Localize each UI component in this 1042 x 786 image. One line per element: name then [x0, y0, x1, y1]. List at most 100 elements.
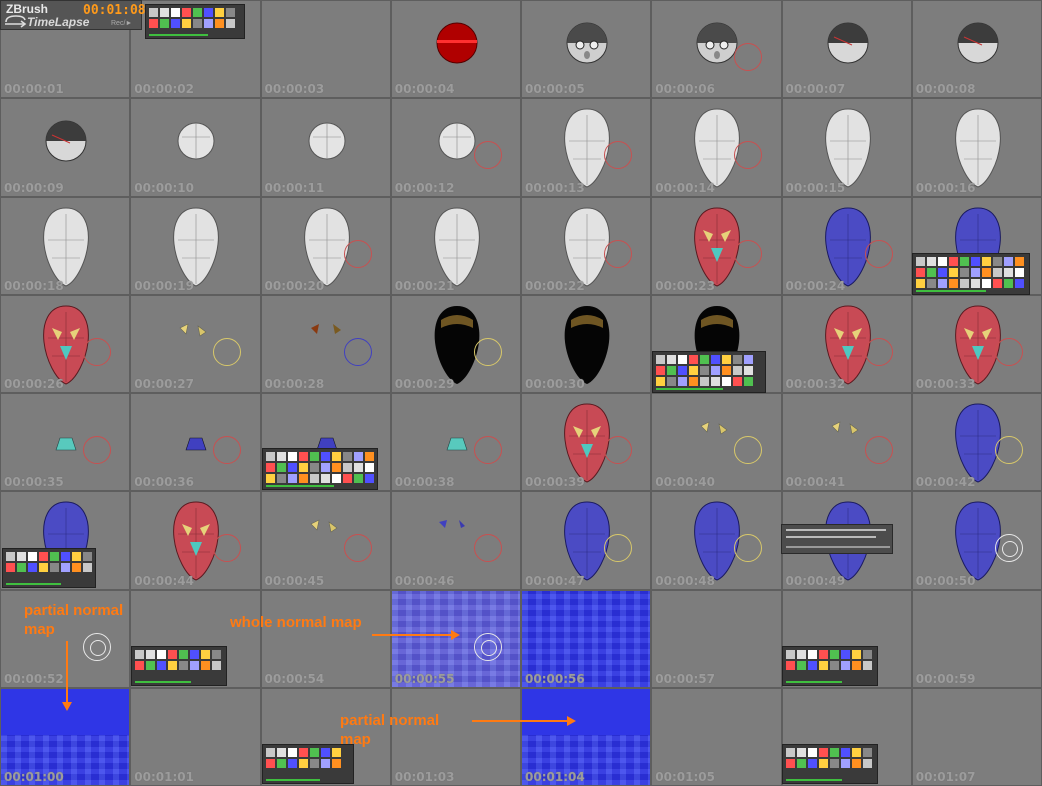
- loop-arrow-icon: [5, 15, 27, 28]
- yellow-ring-icon: [604, 534, 632, 563]
- timelapse-frame[interactable]: 00:00:46: [390, 491, 521, 590]
- red-ring-icon: [473, 436, 502, 464]
- timelapse-frame[interactable]: 00:00:13: [521, 98, 652, 197]
- timelapse-frame[interactable]: 00:00:16: [911, 98, 1042, 197]
- arrow-partial-1: [66, 641, 68, 703]
- timelapse-frame[interactable]: 00:00:04: [390, 0, 521, 99]
- frame-timestamp: 00:00:20: [264, 278, 325, 293]
- timelapse-logo: ZBrush TimeLapse 00:01:08 Rec/►: [0, 0, 146, 30]
- timelapse-frame[interactable]: 00:00:32: [781, 294, 912, 393]
- arrowhead-right-icon: [451, 630, 460, 640]
- info-tooltip-overlay: [781, 524, 893, 554]
- model-preview: [433, 206, 480, 287]
- frame-timestamp: 00:00:55: [394, 671, 455, 686]
- red-ring-icon: [343, 534, 372, 563]
- frame-timestamp: 00:00:01: [4, 82, 64, 97]
- frame-timestamp: 00:00:28: [264, 377, 325, 391]
- white-ring-icon: [473, 632, 502, 661]
- timelapse-clock: 00:01:08: [83, 3, 146, 18]
- red-ring-icon: [604, 239, 632, 268]
- frame-timestamp: 00:00:04: [394, 82, 455, 97]
- timelapse-frame[interactable]: 00:00:45: [260, 491, 391, 590]
- timelapse-frame[interactable]: 00:00:09: [0, 98, 131, 197]
- timelapse-frame[interactable]: 00:00:42: [911, 393, 1042, 492]
- timelapse-frame[interactable]: 00:00:18: [0, 196, 131, 295]
- timelapse-frame[interactable]: 00:00:22: [521, 196, 652, 295]
- frame-timestamp: 00:00:36: [134, 475, 194, 490]
- tool-palette-overlay: [912, 253, 1030, 295]
- frame-timestamp: 00:00:10: [134, 180, 194, 195]
- frame-timestamp: 00:00:05: [525, 82, 585, 97]
- yellow-ring-icon: [734, 436, 763, 464]
- timelapse-frame[interactable]: 00:00:19: [130, 196, 261, 295]
- timelapse-frame[interactable]: 00:00:06: [651, 0, 782, 99]
- frame-timestamp: 00:00:18: [4, 278, 64, 293]
- red-ring-icon: [473, 141, 502, 170]
- timelapse-frame[interactable]: 00:00:26: [0, 294, 131, 393]
- timelapse-frame[interactable]: 00:00:27: [130, 294, 261, 393]
- model-preview: [436, 22, 478, 64]
- timelapse-frame[interactable]: 00:00:36: [130, 393, 261, 492]
- timelapse-frame[interactable]: 00:00:08: [911, 0, 1042, 99]
- timelapse-frame[interactable]: 00:00:10: [130, 98, 261, 197]
- timelapse-frame[interactable]: 00:00:29: [390, 294, 521, 393]
- timelapse-frame[interactable]: 00:00:48: [651, 491, 782, 590]
- timelapse-frame[interactable]: 00:00:12: [390, 98, 521, 197]
- timelapse-frame[interactable]: 00:00:57: [651, 589, 782, 688]
- timelapse-frame[interactable]: 00:00:40: [651, 393, 782, 492]
- frame-timestamp: 00:00:11: [264, 180, 325, 195]
- timelapse-frame[interactable]: 00:00:59: [911, 589, 1042, 688]
- timelapse-frame[interactable]: 00:00:33: [911, 294, 1042, 393]
- tool-palette-overlay: [262, 448, 378, 490]
- timelapse-frame[interactable]: 00:00:03: [260, 0, 391, 99]
- red-ring-icon: [864, 436, 893, 464]
- frame-timestamp: 00:00:27: [134, 377, 194, 391]
- frame-timestamp: 00:00:56: [525, 671, 585, 686]
- arrowhead-right-icon: [567, 716, 576, 726]
- timelapse-frame[interactable]: 00:01:01: [130, 687, 261, 786]
- frame-timestamp: 00:00:07: [785, 82, 846, 97]
- frame-timestamp: 00:00:49: [785, 573, 846, 588]
- frame-timestamp: 00:01:05: [655, 770, 715, 784]
- timelapse-frame[interactable]: 00:00:44: [130, 491, 261, 590]
- model-preview: [43, 206, 89, 287]
- timelapse-frame[interactable]: 00:00:39: [521, 393, 652, 492]
- frame-timestamp: 00:00:03: [264, 82, 325, 97]
- white-ring-icon: [994, 534, 1023, 563]
- frame-timestamp: 00:00:32: [785, 377, 846, 391]
- frame-timestamp: 00:01:04: [525, 770, 585, 784]
- timelapse-frame[interactable]: 00:00:56: [521, 589, 652, 688]
- model-preview: [954, 108, 1001, 188]
- timelapse-frame[interactable]: 00:00:07: [781, 0, 912, 99]
- timelapse-frame[interactable]: 00:00:05: [521, 0, 652, 99]
- timelapse-frame[interactable]: 00:00:50: [911, 491, 1042, 590]
- red-ring-icon: [83, 436, 111, 464]
- frame-timestamp: 00:00:26: [4, 377, 64, 391]
- timelapse-frame[interactable]: 00:01:07: [911, 687, 1042, 786]
- timelapse-frame[interactable]: 00:00:30: [521, 294, 652, 393]
- timelapse-frame[interactable]: 00:00:23: [651, 196, 782, 295]
- timelapse-frame[interactable]: 00:00:24: [781, 196, 912, 295]
- timelapse-frame[interactable]: 00:00:14: [651, 98, 782, 197]
- timelapse-frame[interactable]: 00:01:04: [521, 687, 652, 786]
- timelapse-frame[interactable]: 00:00:20: [260, 196, 391, 295]
- arrow-whole: [372, 634, 452, 636]
- timelapse-frame[interactable]: 00:00:35: [0, 393, 131, 492]
- red-ring-icon: [994, 337, 1023, 366]
- red-ring-icon: [864, 239, 893, 268]
- frame-timestamp: 00:00:44: [134, 573, 194, 588]
- timelapse-frame[interactable]: 00:00:41: [781, 393, 912, 492]
- timelapse-frame[interactable]: 00:00:47: [521, 491, 652, 590]
- timelapse-frame[interactable]: 00:00:38: [390, 393, 521, 492]
- frame-timestamp: 00:00:15: [785, 180, 846, 195]
- timelapse-frame[interactable]: 00:00:54: [260, 589, 391, 688]
- timelapse-frame[interactable]: 00:00:28: [260, 294, 391, 393]
- frame-timestamp: 00:00:42: [915, 475, 976, 490]
- timelapse-frame[interactable]: 00:00:15: [781, 98, 912, 197]
- timelapse-frame[interactable]: 00:00:11: [260, 98, 391, 197]
- frame-timestamp: 00:00:41: [785, 475, 846, 490]
- timelapse-frame[interactable]: 00:00:21: [390, 196, 521, 295]
- timelapse-frame[interactable]: 00:01:05: [651, 687, 782, 786]
- tool-palette-overlay: [131, 646, 227, 686]
- tool-palette-overlay: [782, 744, 878, 784]
